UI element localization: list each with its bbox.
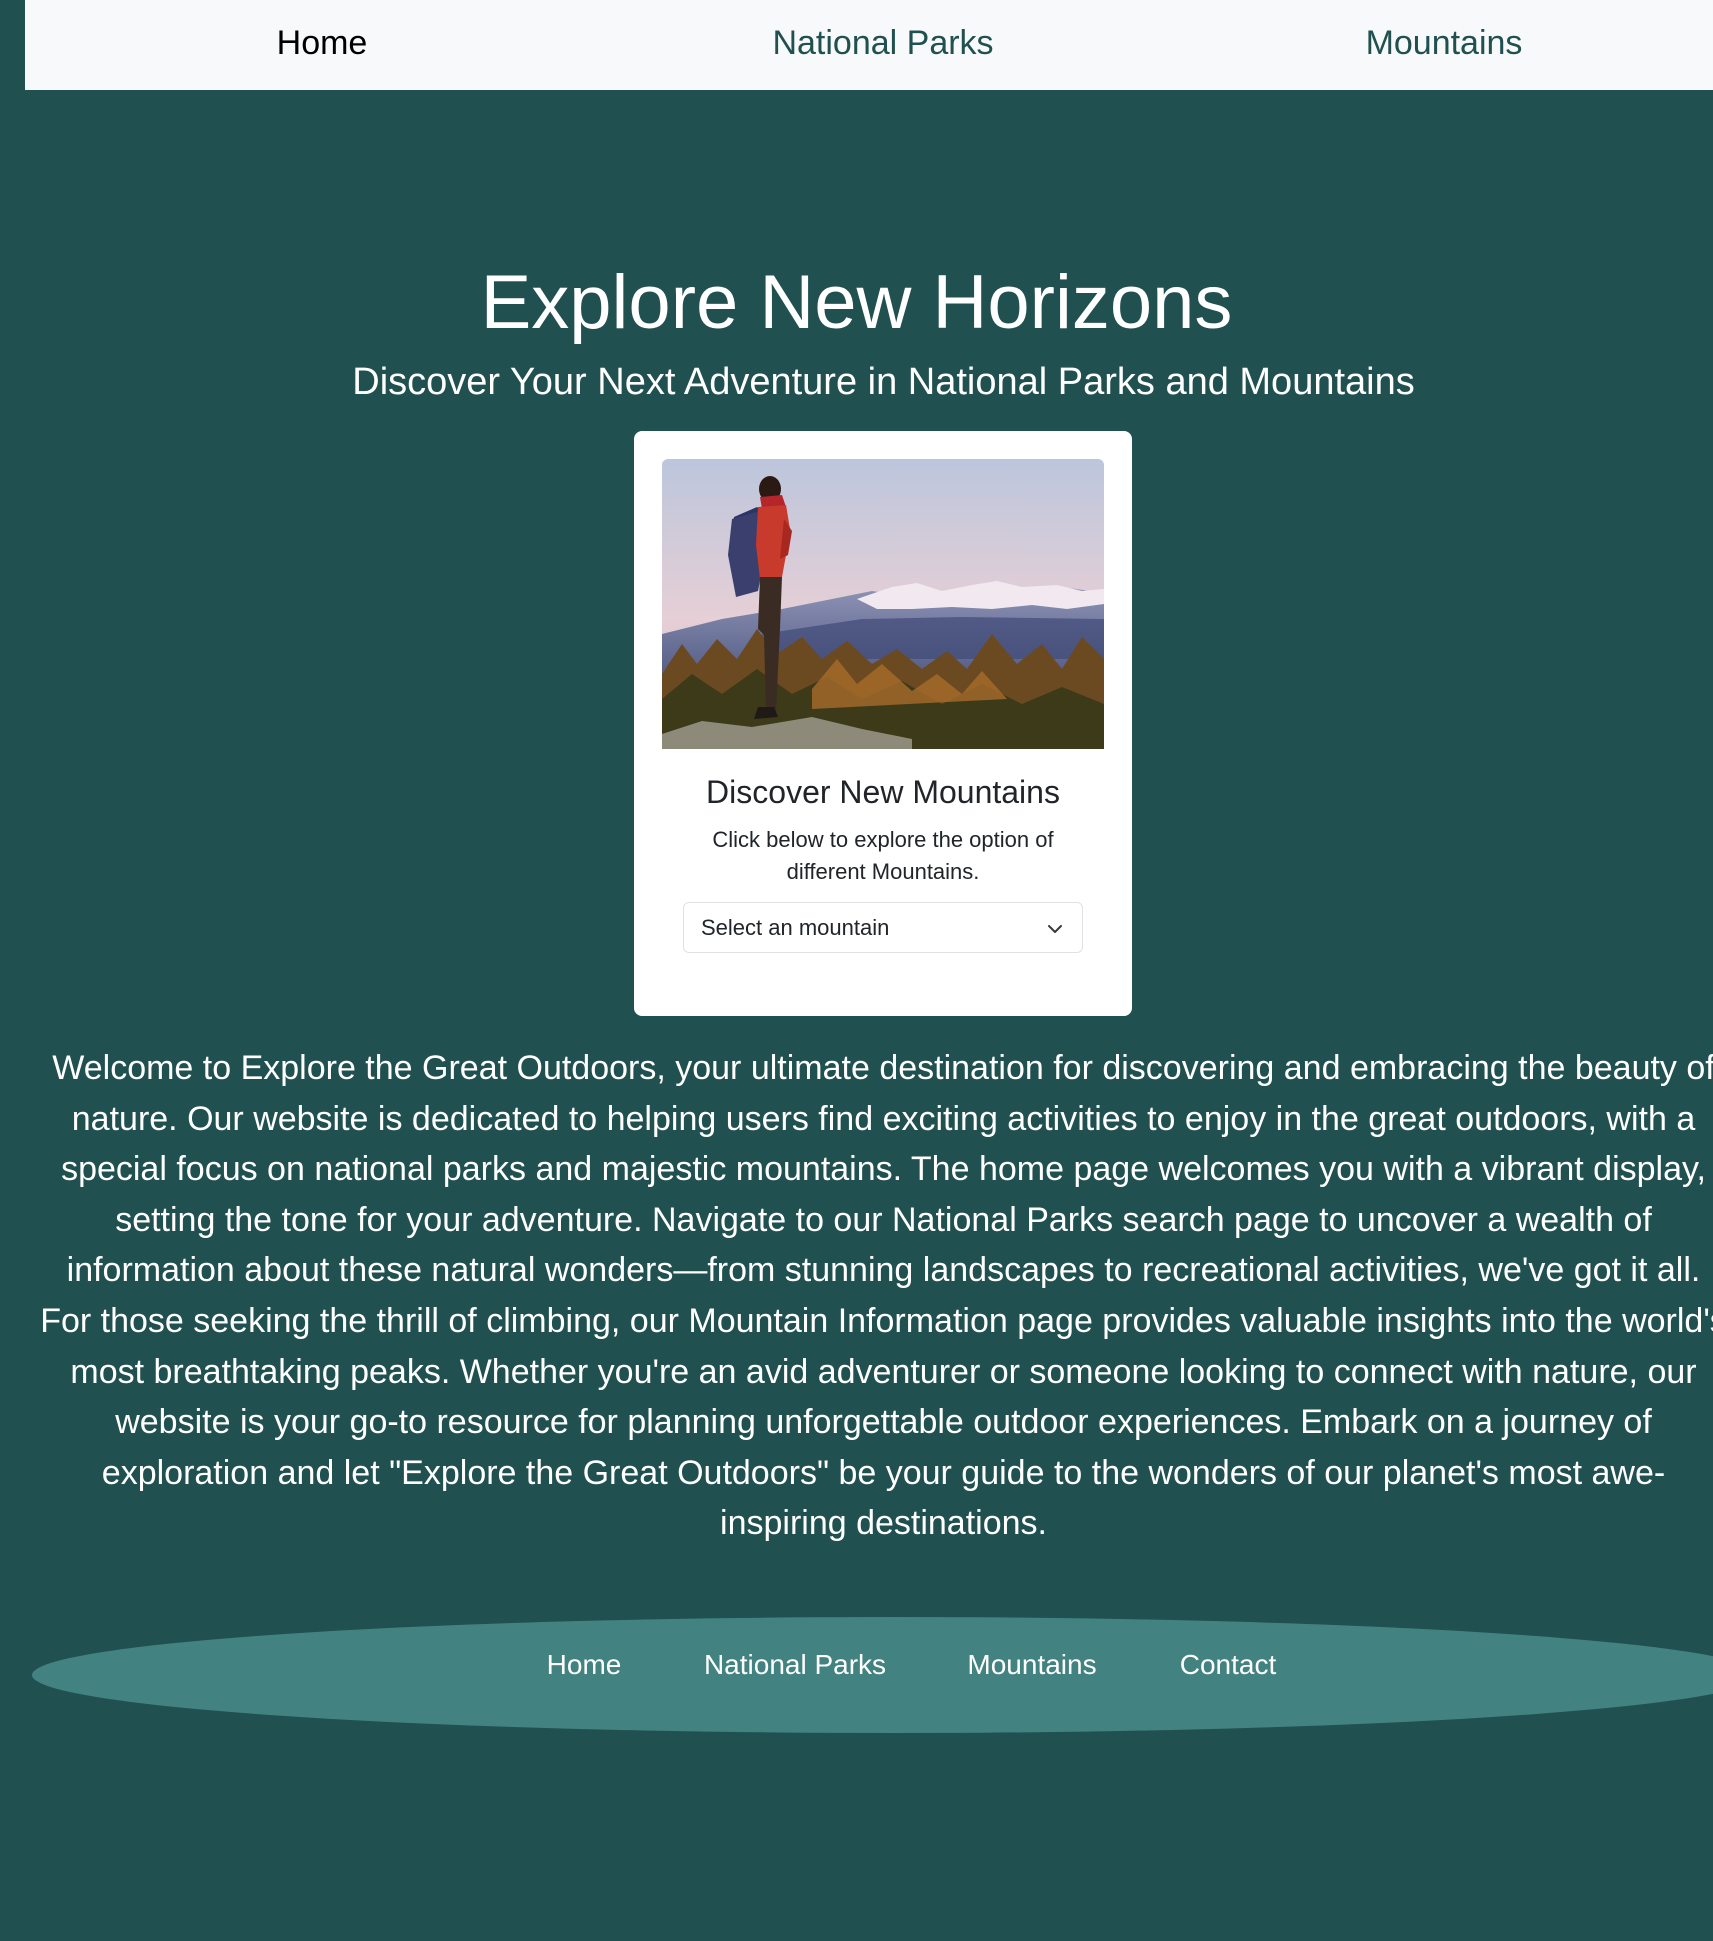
chevron-down-icon	[1048, 925, 1062, 933]
hiker-photo-svg	[662, 459, 1104, 749]
card-description: Click below to explore the option of dif…	[712, 827, 1054, 884]
footer-link-home[interactable]: Home	[547, 1648, 622, 1682]
welcome-paragraph: Welcome to Explore the Great Outdoors, y…	[40, 1049, 1713, 1543]
mountain-card: Discover New Mountains Click below to ex…	[634, 431, 1132, 1016]
hiker-photo	[662, 459, 1104, 749]
nav-link-mountains[interactable]: Mountains	[1366, 21, 1523, 65]
mountain-select[interactable]: Select an mountain	[683, 902, 1083, 953]
footer-link-contact[interactable]: Contact	[1180, 1648, 1277, 1682]
hero-title: Explore New Horizons	[480, 260, 1233, 345]
footer-link-national-parks[interactable]: National Parks	[704, 1648, 886, 1682]
mountain-select-value: Select an mountain	[701, 915, 890, 940]
nav-link-national-parks[interactable]: National Parks	[772, 21, 993, 65]
footer-link-mountains[interactable]: Mountains	[967, 1648, 1096, 1682]
nav-link-home[interactable]: Home	[277, 21, 368, 65]
card-title: Discover New Mountains	[706, 774, 1060, 810]
hero-subtitle: Discover Your Next Adventure in National…	[352, 361, 1415, 403]
top-navbar: Home National Parks Mountains	[25, 0, 1713, 90]
